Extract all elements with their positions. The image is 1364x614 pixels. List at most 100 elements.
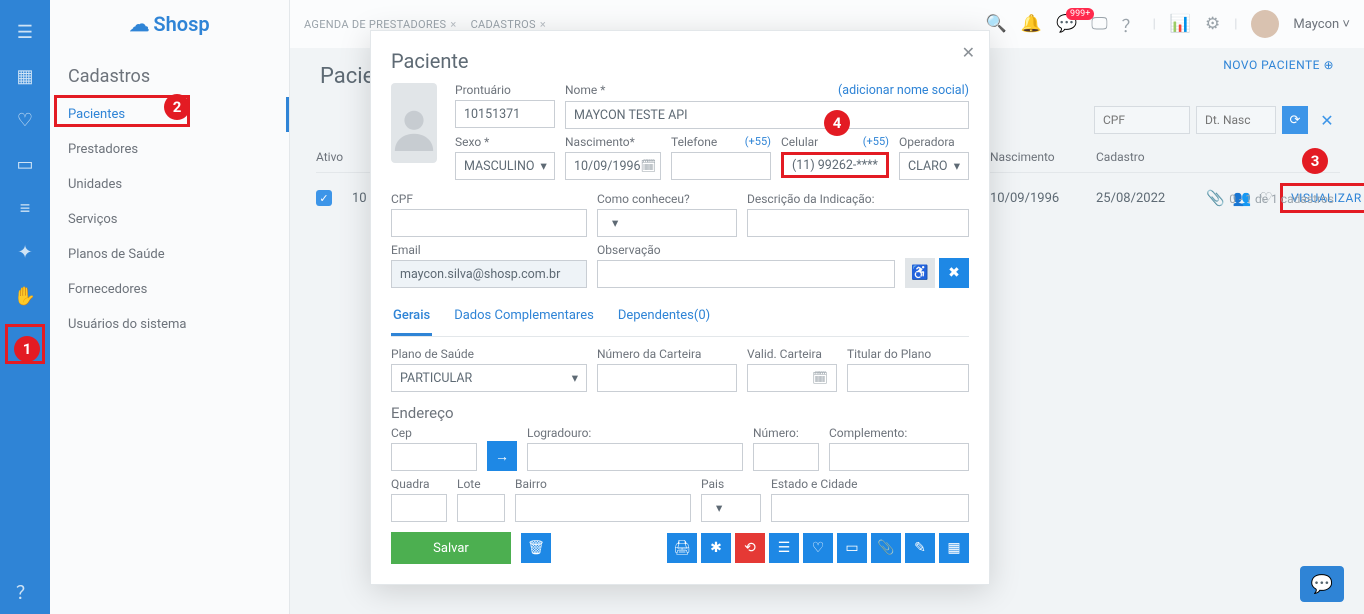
label-operadora: Operadora [899,135,969,149]
new-patient-button[interactable]: NOVO PACIENTE ⊕ [1223,58,1334,72]
refresh-button[interactable]: ⟳ [1282,106,1308,134]
fav-button[interactable]: ♡ [803,533,833,563]
sidebar-item-prestadores[interactable]: Prestadores [50,132,289,167]
input-cep[interactable] [391,443,477,471]
sidebar-item-planos[interactable]: Planos de Saúde [50,237,289,272]
filter-cpf[interactable] [1094,106,1190,134]
sidebar-item-unidades[interactable]: Unidades [50,167,289,202]
brand-logo: ☁ Shosp [50,0,289,48]
settings-icon[interactable]: ⚙ [1205,14,1220,34]
bell-icon[interactable]: 🔔 [1021,14,1042,34]
grid-icon[interactable]: ▦ [13,64,37,88]
user-menu[interactable]: Maycon ˅ [1293,16,1350,32]
label-validcart: Valid. Carteira [747,347,837,361]
delete-button[interactable]: 🗑 [521,533,551,563]
input-bairro[interactable] [515,494,691,522]
menu-icon[interactable]: ☰ [13,20,37,44]
select-sexo[interactable]: MASCULINO [455,152,555,180]
tab-gerais[interactable]: Gerais [391,300,432,336]
disk-icon[interactable]: ≡ [13,196,37,220]
sidebar-item-label: Usuários do sistema [68,317,186,332]
chat-fab[interactable]: 💬 [1300,566,1344,602]
label-obs: Observação [597,243,895,257]
input-numcart[interactable] [597,364,737,392]
chart-icon[interactable]: 📊 [1170,14,1191,34]
close-icon[interactable]: ✕ [962,43,975,62]
callout-badge-1: 1 [14,336,40,362]
input-cpf[interactable] [391,209,587,237]
sync-button[interactable]: ⟲ [735,533,765,563]
edit-button[interactable]: ✎ [905,533,935,563]
row-id: 10 [352,191,367,206]
sidebar-item-label: Serviços [68,212,118,227]
breadcrumb[interactable]: CADASTROS× [471,18,546,31]
question-icon[interactable]: ？ [1122,12,1139,37]
list-button[interactable]: ☰ [769,533,799,563]
result-count: 0 - 1 de 1 cadastros [1229,192,1334,206]
col-cadastro: Cadastro [1096,150,1145,164]
input-estadocidade[interactable] [771,494,969,522]
clip-button[interactable]: 📎 [871,533,901,563]
clear-filters-button[interactable]: ✕ [1314,106,1340,134]
star-button[interactable]: ✱ [701,533,731,563]
attach-icon[interactable]: 📎 [1206,189,1225,207]
more-button[interactable]: ▦ [939,533,969,563]
input-nome[interactable]: MAYCON TESTE API [565,101,969,129]
tab-dependentes[interactable]: Dependentes(0) [616,300,712,336]
add-social-name-link[interactable]: (adicionar nome social) [838,83,969,98]
label-lote: Lote [457,477,505,491]
help-icon[interactable]: ？ [13,580,37,604]
select-operadora[interactable]: CLARO [899,152,969,180]
save-button[interactable]: Salvar [391,532,511,564]
sidebar-item-servicos[interactable]: Serviços [50,202,289,237]
accessibility-button[interactable]: ♿ [905,258,935,288]
tab-complementares[interactable]: Dados Complementares [452,300,596,336]
side-panel-title: Cadastros [68,66,289,87]
input-obs[interactable] [597,260,895,288]
chat-icon[interactable]: 💬999+ [1056,14,1077,34]
input-prontuario[interactable]: 10151371 [455,100,555,128]
cash-icon[interactable]: ▭ [13,152,37,176]
breadcrumb[interactable]: AGENDA DE PRESTADORES× [304,18,457,31]
select-plano[interactable]: PARTICULAR [391,364,587,392]
sidebar-item-usuarios[interactable]: Usuários do sistema [50,307,289,342]
callout-badge-4: 4 [824,110,850,136]
input-quadra[interactable] [391,494,447,522]
input-email[interactable]: maycon.silva@shosp.com.br [391,260,587,288]
heart-icon[interactable]: ♡ [13,108,37,132]
label-sexo: Sexo * [455,135,555,149]
row-active-check[interactable]: ✓ [316,190,332,206]
label-numcart: Número da Carteira [597,347,737,361]
select-conheceu[interactable] [597,209,737,237]
label-prontuario: Prontuário [455,83,555,97]
input-celular[interactable]: (11) 99262-**** [781,152,889,178]
sidebar-item-label: Planos de Saúde [68,247,165,262]
hand-icon[interactable]: ✋ [13,284,37,308]
link-ddi-tel[interactable]: (+55) [745,135,771,148]
filter-dtnasc[interactable] [1196,106,1276,134]
extra-button[interactable]: ✖ [939,258,969,288]
input-lote[interactable] [457,494,505,522]
input-telefone[interactable] [671,152,771,180]
avatar[interactable] [1251,10,1279,38]
input-titular[interactable] [847,364,969,392]
input-logradouro[interactable] [527,443,743,471]
label-plano: Plano de Saúde [391,347,587,361]
input-complemento[interactable] [829,443,969,471]
patient-avatar[interactable] [391,83,437,163]
label-celular: Celular [781,135,818,149]
monitor-icon[interactable]: 🖵 [1091,14,1107,34]
label-numero: Número: [753,426,819,440]
input-nascimento[interactable]: 10/09/1996🗓 [565,152,661,180]
input-numero[interactable] [753,443,819,471]
sidebar-item-fornecedores[interactable]: Fornecedores [50,272,289,307]
link-ddi-cel[interactable]: (+55) [863,135,889,148]
print-button[interactable]: 🖨 [667,533,697,563]
select-pais[interactable] [701,494,761,522]
gears-icon[interactable]: ✦ [13,240,37,264]
input-descind[interactable] [747,209,969,237]
section-endereco: Endereço [391,404,969,422]
input-validcart[interactable]: 🗓 [747,364,837,392]
cep-search-button[interactable]: → [487,441,517,471]
card-button[interactable]: ▭ [837,533,867,563]
